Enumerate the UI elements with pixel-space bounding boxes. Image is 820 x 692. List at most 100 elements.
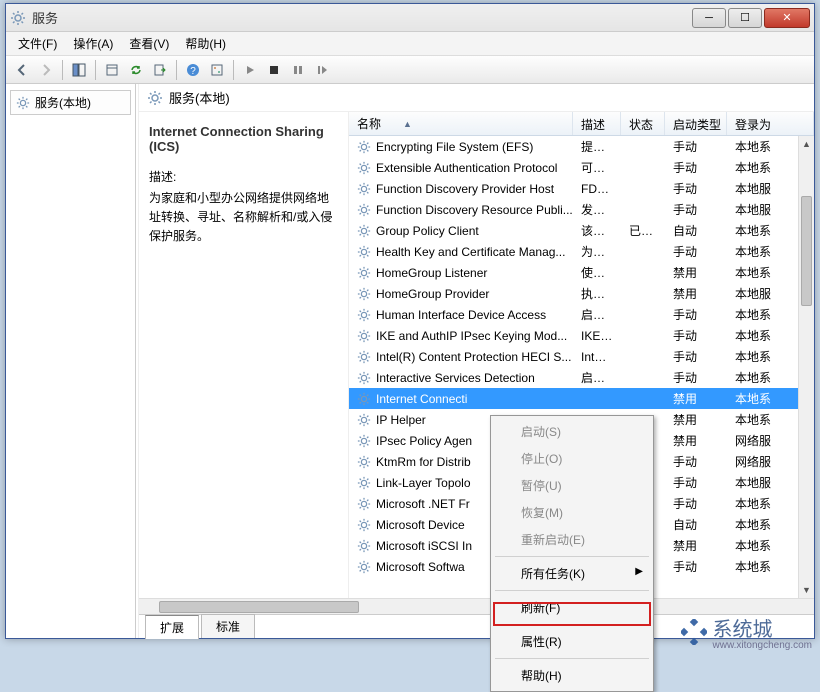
cell-start: 禁用 bbox=[665, 285, 727, 302]
toolbar-separator bbox=[62, 60, 63, 80]
column-desc[interactable]: 描述 bbox=[573, 112, 621, 135]
column-logon[interactable]: 登录为 bbox=[727, 112, 814, 135]
cell-desc: 提供... bbox=[573, 138, 621, 155]
scroll-up-icon[interactable]: ▲ bbox=[799, 136, 814, 152]
details-pane: 服务(本地) Internet Connection Sharing (ICS)… bbox=[138, 84, 814, 638]
cell-start: 手动 bbox=[665, 243, 727, 260]
pane-header-label: 服务(本地) bbox=[169, 88, 230, 107]
cell-name: Interactive Services Detection bbox=[349, 371, 573, 385]
gear-icon bbox=[357, 434, 371, 448]
watermark-logo-icon bbox=[681, 619, 707, 645]
menu-file[interactable]: 文件(F) bbox=[10, 33, 65, 54]
service-row[interactable]: Intel(R) Content Protection HECI S...Int… bbox=[349, 346, 814, 367]
gear-icon bbox=[357, 560, 371, 574]
description-text: 为家庭和小型办公网络提供网络地址转换、寻址、名称解析和/或入侵保护服务。 bbox=[149, 189, 338, 247]
gear-icon bbox=[357, 140, 371, 154]
restart-service-button[interactable] bbox=[311, 59, 333, 81]
window-title: 服务 bbox=[32, 8, 690, 27]
service-row[interactable]: Function Discovery Resource Publi...发布..… bbox=[349, 199, 814, 220]
gear-icon bbox=[357, 266, 371, 280]
properties-button[interactable] bbox=[101, 59, 123, 81]
service-row[interactable]: Extensible Authentication Protocol可扩...手… bbox=[349, 157, 814, 178]
gear-icon bbox=[10, 10, 26, 26]
pause-service-button[interactable] bbox=[287, 59, 309, 81]
cell-start: 自动 bbox=[665, 516, 727, 533]
cm-start: 启动(S) bbox=[493, 418, 651, 445]
column-state[interactable]: 状态 bbox=[621, 112, 665, 135]
close-button[interactable]: ✕ bbox=[764, 8, 810, 28]
start-service-button[interactable] bbox=[239, 59, 261, 81]
export-button[interactable] bbox=[149, 59, 171, 81]
cell-start: 手动 bbox=[665, 453, 727, 470]
services-window: 服务 ─ ☐ ✕ 文件(F) 操作(A) 查看(V) 帮助(H) ? bbox=[5, 3, 815, 639]
tab-extended[interactable]: 扩展 bbox=[145, 615, 199, 639]
service-row[interactable]: HomeGroup Provider执行...禁用本地服 bbox=[349, 283, 814, 304]
nav-back-button[interactable] bbox=[11, 59, 33, 81]
service-row[interactable]: Encrypting File System (EFS)提供...手动本地系 bbox=[349, 136, 814, 157]
gear-icon bbox=[357, 518, 371, 532]
pane-header: 服务(本地) bbox=[139, 84, 814, 112]
scroll-thumb[interactable] bbox=[801, 196, 812, 306]
cm-stop: 停止(O) bbox=[493, 445, 651, 472]
gear-icon bbox=[357, 182, 371, 196]
tab-standard[interactable]: 标准 bbox=[201, 614, 255, 638]
column-start[interactable]: 启动类型 bbox=[665, 112, 727, 135]
cell-start: 手动 bbox=[665, 369, 727, 386]
show-hide-tree-button[interactable] bbox=[68, 59, 90, 81]
vertical-scrollbar[interactable]: ▲ ▼ bbox=[798, 136, 814, 598]
gear-icon bbox=[357, 392, 371, 406]
minimize-button[interactable]: ─ bbox=[692, 8, 726, 28]
refresh-button[interactable] bbox=[125, 59, 147, 81]
cell-start: 禁用 bbox=[665, 537, 727, 554]
service-row[interactable]: Group Policy Client该服...已启动自动本地系 bbox=[349, 220, 814, 241]
cell-start: 禁用 bbox=[665, 432, 727, 449]
cm-all-tasks[interactable]: 所有任务(K)▶ bbox=[493, 560, 651, 587]
titlebar[interactable]: 服务 ─ ☐ ✕ bbox=[6, 4, 814, 32]
toolbar-separator bbox=[233, 60, 234, 80]
service-row[interactable]: IKE and AuthIP IPsec Keying Mod...IKEE..… bbox=[349, 325, 814, 346]
help-button[interactable]: ? bbox=[182, 59, 204, 81]
cm-help[interactable]: 帮助(H) bbox=[493, 662, 651, 689]
menu-help[interactable]: 帮助(H) bbox=[177, 33, 234, 54]
menu-view[interactable]: 查看(V) bbox=[121, 33, 177, 54]
menu-action[interactable]: 操作(A) bbox=[65, 33, 121, 54]
service-row[interactable]: Internet Connecti禁用本地系 bbox=[349, 388, 814, 409]
horizontal-scrollbar[interactable] bbox=[139, 598, 814, 614]
cell-desc: 为网... bbox=[573, 243, 621, 260]
maximize-button[interactable]: ☐ bbox=[728, 8, 762, 28]
service-row[interactable]: Human Interface Device Access启用...手动本地系 bbox=[349, 304, 814, 325]
cm-refresh[interactable]: 刷新(F) bbox=[493, 594, 651, 621]
sort-indicator-icon: ▲ bbox=[403, 119, 412, 129]
context-menu: 启动(S) 停止(O) 暂停(U) 恢复(M) 重新启动(E) 所有任务(K)▶… bbox=[490, 415, 654, 692]
nav-forward-button[interactable] bbox=[35, 59, 57, 81]
service-row[interactable]: Health Key and Certificate Manag...为网...… bbox=[349, 241, 814, 262]
service-row[interactable]: HomeGroup Listener使本...禁用本地系 bbox=[349, 262, 814, 283]
options-button[interactable] bbox=[206, 59, 228, 81]
scroll-down-icon[interactable]: ▼ bbox=[799, 582, 814, 598]
service-row[interactable]: Function Discovery Provider HostFDP...手动… bbox=[349, 178, 814, 199]
cm-pause: 暂停(U) bbox=[493, 472, 651, 499]
gear-icon bbox=[357, 203, 371, 217]
cell-name: Function Discovery Resource Publi... bbox=[349, 203, 573, 217]
hscroll-thumb[interactable] bbox=[159, 601, 359, 613]
cm-separator bbox=[495, 590, 649, 591]
stop-service-button[interactable] bbox=[263, 59, 285, 81]
service-row[interactable]: Interactive Services Detection启用...手动本地系 bbox=[349, 367, 814, 388]
tree-root-item[interactable]: 服务(本地) bbox=[10, 90, 131, 115]
cell-desc: 启用... bbox=[573, 306, 621, 323]
cm-properties[interactable]: 属性(R) bbox=[493, 628, 651, 655]
gear-icon bbox=[357, 350, 371, 364]
gear-icon bbox=[147, 90, 163, 106]
cell-start: 禁用 bbox=[665, 411, 727, 428]
column-name[interactable]: 名称▲ bbox=[349, 112, 573, 135]
watermark-url: www.xitongcheng.com bbox=[713, 640, 813, 651]
gear-icon bbox=[357, 329, 371, 343]
cell-start: 手动 bbox=[665, 558, 727, 575]
cell-start: 手动 bbox=[665, 180, 727, 197]
cell-start: 手动 bbox=[665, 327, 727, 344]
toolbar-separator bbox=[95, 60, 96, 80]
gear-icon bbox=[357, 455, 371, 469]
tree-root-label: 服务(本地) bbox=[35, 94, 91, 111]
gear-icon bbox=[16, 96, 30, 110]
menubar: 文件(F) 操作(A) 查看(V) 帮助(H) bbox=[6, 32, 814, 56]
